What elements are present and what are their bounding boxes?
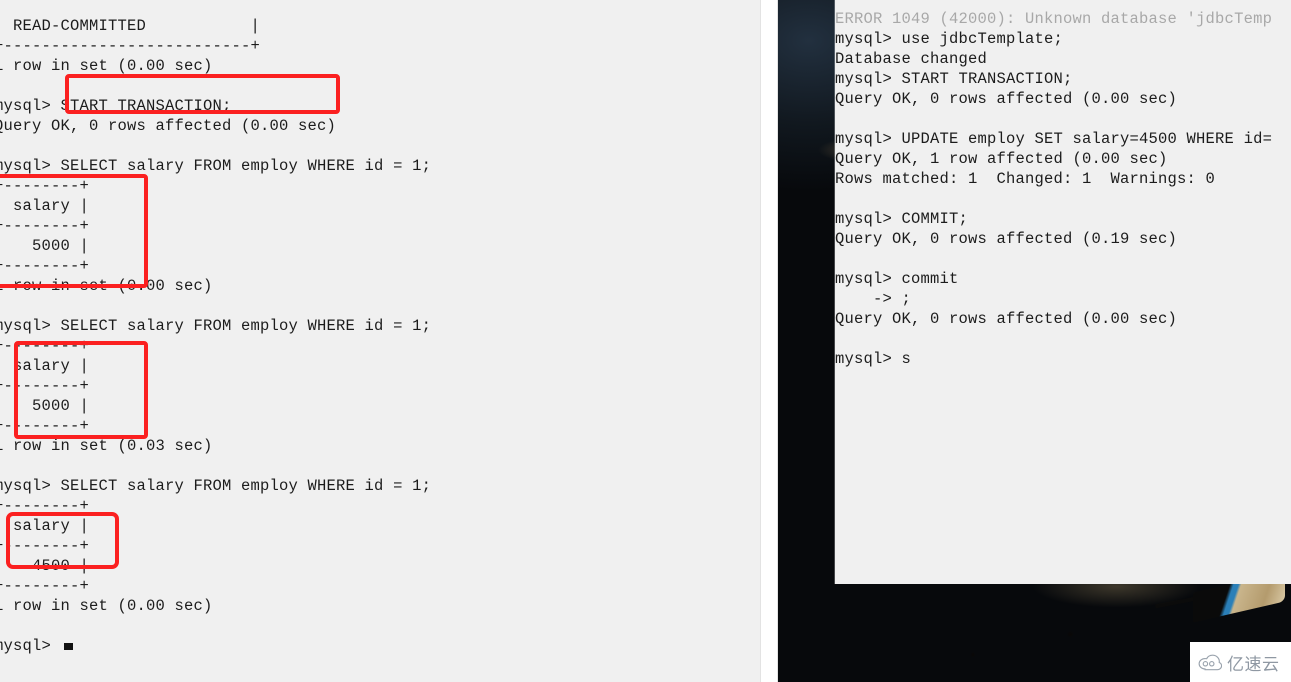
terminal-line: mysql> [0, 636, 760, 656]
left-terminal-output: | READ-COMMITTED | +---------------------… [0, 16, 760, 656]
right-terminal-output: ERROR 1049 (42000): Unknown database 'jd… [835, 9, 1291, 369]
terminal-line: 1 row in set (0.03 sec) [0, 436, 213, 455]
terminal-line: Query OK, 0 rows affected (0.00 sec) [835, 89, 1178, 108]
terminal-line: +--------+ [0, 216, 90, 235]
terminal-line: +--------+ [0, 416, 90, 435]
terminal-line: | 5000 | [0, 236, 90, 255]
terminal-line: mysql> use jdbcTemplate; [835, 29, 1064, 48]
terminal-line: +--------+ [0, 536, 90, 555]
terminal-line: mysql> COMMIT; [835, 209, 969, 228]
terminal-line: +--------+ [0, 336, 90, 355]
terminal-line: mysql> SELECT salary FROM employ WHERE i… [0, 316, 432, 335]
right-desktop-screenshot: ERROR 1049 (42000): Unknown database 'jd… [778, 0, 1291, 682]
spacecraft-arm [1155, 595, 1201, 609]
terminal-line: | 4500 | [0, 556, 90, 575]
terminal-line: 1 row in set (0.00 sec) [0, 596, 213, 615]
terminal-line: Query OK, 0 rows affected (0.00 sec) [835, 309, 1178, 328]
terminal-line: +--------+ [0, 576, 90, 595]
right-terminal-window[interactable]: ERROR 1049 (42000): Unknown database 'jd… [835, 0, 1291, 584]
terminal-line: Query OK, 0 rows affected (0.19 sec) [835, 229, 1178, 248]
terminal-line: ERROR 1049 (42000): Unknown database 'jd… [835, 9, 1273, 28]
terminal-line: -> ; [835, 289, 912, 308]
terminal-line: 1 row in set (0.00 sec) [0, 56, 213, 75]
terminal-line: +--------+ [0, 176, 90, 195]
terminal-line: +--------+ [0, 496, 90, 515]
left-terminal-pane[interactable]: | READ-COMMITTED | +---------------------… [0, 0, 760, 682]
watermark-text: 亿速云 [1227, 654, 1280, 674]
terminal-line: mysql> SELECT salary FROM employ WHERE i… [0, 476, 432, 495]
terminal-line: Rows matched: 1 Changed: 1 Warnings: 0 [835, 169, 1216, 188]
terminal-line: | salary | [0, 516, 90, 535]
terminal-line: mysql> commit [835, 269, 959, 288]
terminal-line: +--------+ [0, 256, 90, 275]
terminal-line: mysql> s [835, 349, 912, 368]
terminal-line: | READ-COMMITTED | [0, 16, 261, 35]
terminal-line: mysql> START TRANSACTION; [835, 69, 1073, 88]
terminal-line: Query OK, 0 rows affected (0.00 sec) [0, 116, 337, 135]
spacecraft-solar-panel-object [1155, 571, 1291, 626]
terminal-line: | salary | [0, 196, 90, 215]
cloud-icon [1198, 654, 1222, 670]
terminal-line: | salary | [0, 356, 90, 375]
terminal-line: | 5000 | [0, 396, 90, 415]
terminal-line: Database changed [835, 49, 988, 68]
text-cursor [63, 642, 73, 650]
terminal-line: mysql> SELECT salary FROM employ WHERE i… [0, 156, 432, 175]
terminal-line: 1 row in set (0.00 sec) [0, 276, 213, 295]
terminal-line: Query OK, 1 row affected (0.00 sec) [835, 149, 1168, 168]
terminal-line: mysql> UPDATE employ SET salary=4500 WHE… [835, 129, 1273, 148]
terminal-line: mysql> START TRANSACTION; [0, 96, 232, 115]
terminal-line: +--------------------------+ [0, 36, 261, 55]
pane-divider [760, 0, 778, 682]
watermark-badge: 亿速云 [1190, 642, 1291, 682]
terminal-line: +--------+ [0, 376, 90, 395]
